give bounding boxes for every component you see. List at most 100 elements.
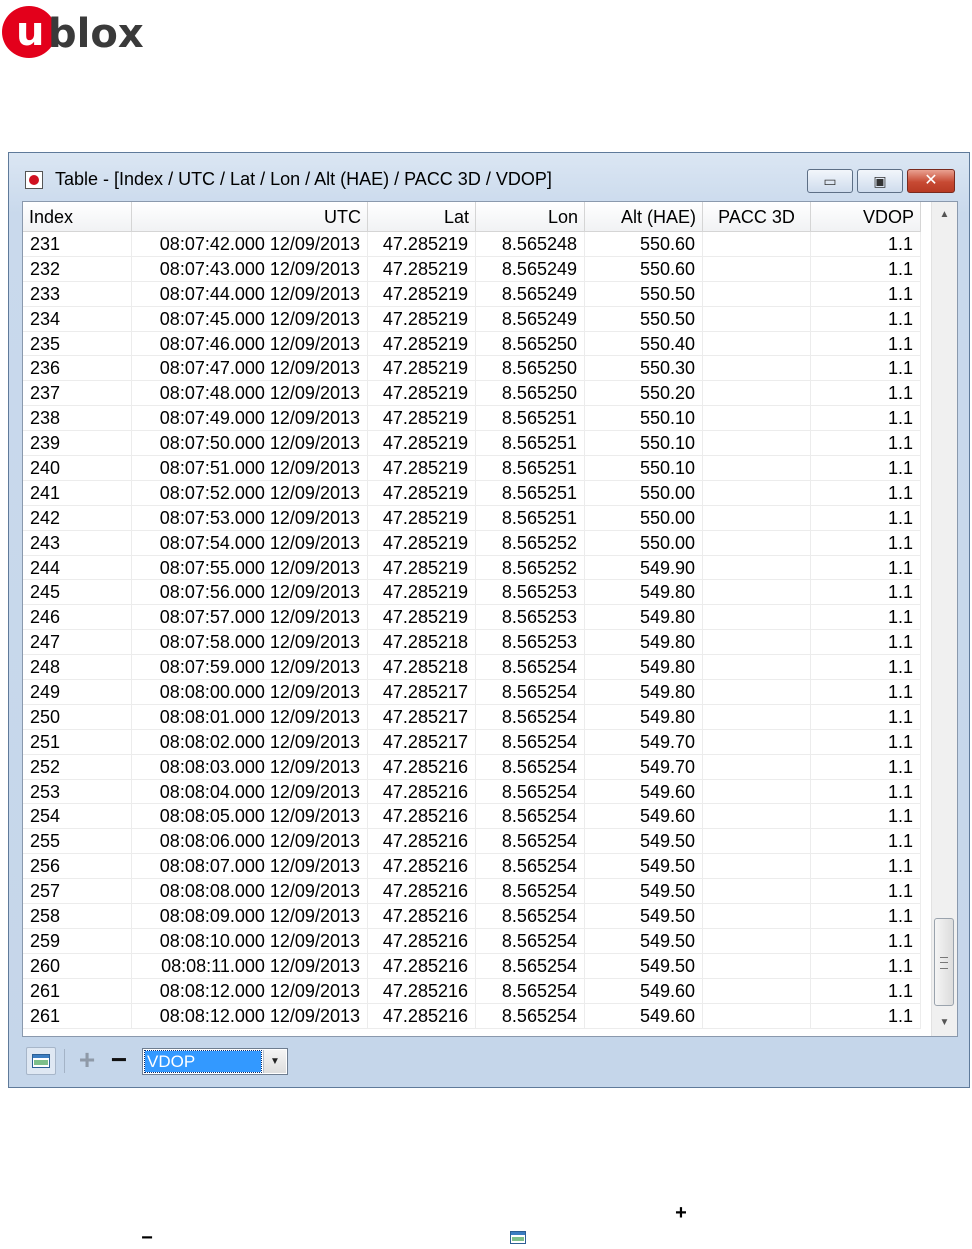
table-row[interactable]: 256 08:08:07.000 12/09/2013 47.285216 8.565… (23, 854, 931, 880)
table-cell: 550.50 (585, 306, 703, 332)
chevron-down-icon[interactable]: ▼ (263, 1050, 286, 1073)
table-cell: 1.1 (811, 829, 921, 855)
minimize-button[interactable]: ▭ (807, 169, 853, 193)
table-cell: 549.50 (585, 854, 703, 880)
table-cell: 1.1 (811, 281, 921, 307)
table-cell: 248 (23, 655, 132, 681)
table-cell (703, 829, 811, 855)
table-row[interactable]: 234 08:07:45.000 12/09/2013 47.285219 8.565… (23, 306, 931, 332)
remove-column-button[interactable]: − (106, 1045, 132, 1075)
table-cell: 08:08:07.000 12/09/2013 (132, 854, 368, 880)
table-cell: 08:07:44.000 12/09/2013 (132, 281, 368, 307)
table-row[interactable]: 253 08:08:04.000 12/09/2013 47.285216 8.565… (23, 779, 931, 805)
table-cell: 08:07:45.000 12/09/2013 (132, 306, 368, 332)
table-cell: 08:07:55.000 12/09/2013 (132, 555, 368, 581)
table-row[interactable]: 247 08:07:58.000 12/09/2013 47.285218 8.565… (23, 630, 931, 656)
table-cell: 241 (23, 480, 132, 506)
table-cell: 8.565251 (476, 505, 585, 531)
table-row[interactable]: 245 08:07:56.000 12/09/2013 47.285219 8.565… (23, 580, 931, 606)
close-button[interactable]: ✕ (907, 169, 955, 193)
table-row[interactable]: 239 08:07:50.000 12/09/2013 47.285219 8.565… (23, 431, 931, 457)
table-row[interactable]: 261 08:08:12.000 12/09/2013 47.285216 8.565… (23, 1003, 931, 1029)
table-row[interactable]: 260 08:08:11.000 12/09/2013 47.285216 8.565… (23, 953, 931, 979)
table-cell (703, 381, 811, 407)
table-cell: 47.285216 (368, 804, 476, 830)
table-row[interactable]: 240 08:07:51.000 12/09/2013 47.285219 8.565… (23, 456, 931, 481)
table-row[interactable]: 238 08:07:49.000 12/09/2013 47.285219 8.565… (23, 406, 931, 432)
table-row[interactable]: 235 08:07:46.000 12/09/2013 47.285219 8.565… (23, 331, 931, 357)
table-row[interactable]: 255 08:08:06.000 12/09/2013 47.285216 8.565… (23, 829, 931, 855)
table-cell: 239 (23, 431, 132, 457)
table-row[interactable]: 248 08:07:59.000 12/09/2013 47.285218 8.565… (23, 655, 931, 681)
table-cell: 1.1 (811, 804, 921, 830)
scroll-down-icon[interactable]: ▼ (932, 1010, 957, 1036)
table-cell: 550.60 (585, 256, 703, 282)
table-cell: 249 (23, 680, 132, 705)
table-cell (703, 655, 811, 681)
table-cell: 47.285216 (368, 904, 476, 929)
table-cell (703, 779, 811, 805)
scroll-thumb[interactable] (934, 918, 954, 1006)
scroll-up-icon[interactable]: ▲ (932, 202, 957, 228)
table-cell: 549.50 (585, 904, 703, 929)
table-window: Table - [Index / UTC / Lat / Lon / Alt (… (8, 152, 970, 1088)
table-cell: 08:08:02.000 12/09/2013 (132, 729, 368, 755)
table-cell: 1.1 (811, 555, 921, 581)
table-cell: 236 (23, 356, 132, 382)
column-header[interactable]: Lat (368, 202, 476, 232)
table-cell: 549.90 (585, 555, 703, 581)
table-cell: 1.1 (811, 605, 921, 631)
table-row[interactable]: 254 08:08:05.000 12/09/2013 47.285216 8.565… (23, 804, 931, 830)
table-row[interactable]: 258 08:08:09.000 12/09/2013 47.285216 8.565… (23, 904, 931, 929)
app-icon[interactable] (25, 171, 43, 189)
table-cell: 08:08:09.000 12/09/2013 (132, 904, 368, 929)
table-cell: 247 (23, 630, 132, 656)
column-header[interactable]: VDOP (811, 202, 921, 232)
table-row[interactable]: 233 08:07:44.000 12/09/2013 47.285219 8.565… (23, 281, 931, 307)
column-header[interactable]: Alt (HAE) (585, 202, 703, 232)
title-bar[interactable]: Table - [Index / UTC / Lat / Lon / Alt (… (9, 153, 969, 203)
add-column-button[interactable]: + (74, 1045, 100, 1075)
data-table: Index UTC Lat Lon Alt (HAE) PACC 3D VDOP 231 08… (22, 201, 958, 1037)
table-cell: 550.00 (585, 505, 703, 531)
table-row[interactable]: 251 08:08:02.000 12/09/2013 47.285217 8.565… (23, 729, 931, 755)
column-header[interactable]: UTC (132, 202, 368, 232)
table-row[interactable]: 241 08:07:52.000 12/09/2013 47.285219 8.565… (23, 480, 931, 506)
maximize-button[interactable]: ▣ (857, 169, 903, 193)
table-cell (703, 530, 811, 556)
table-cell: 234 (23, 306, 132, 332)
table-cell (703, 605, 811, 631)
vertical-scrollbar[interactable]: ▲ ▼ (931, 202, 957, 1036)
table-cell: 549.80 (585, 680, 703, 705)
table-row[interactable]: 236 08:07:47.000 12/09/2013 47.285219 8.565… (23, 356, 931, 382)
table-row[interactable]: 250 08:08:01.000 12/09/2013 47.285217 8.565… (23, 704, 931, 730)
column-select[interactable]: VDOP ▼ (142, 1048, 288, 1075)
column-header[interactable]: Lon (476, 202, 585, 232)
table-cell (703, 1003, 811, 1029)
table-cell: 08:07:50.000 12/09/2013 (132, 431, 368, 457)
table-row[interactable]: 237 08:07:48.000 12/09/2013 47.285219 8.565… (23, 381, 931, 407)
table-view-button[interactable] (26, 1047, 56, 1075)
table-row[interactable]: 246 08:07:57.000 12/09/2013 47.285219 8.565… (23, 605, 931, 631)
table-row[interactable]: 231 08:07:42.000 12/09/2013 47.285219 8.565… (23, 232, 931, 257)
table-row[interactable]: 259 08:08:10.000 12/09/2013 47.285216 8.565… (23, 928, 931, 954)
column-header[interactable]: Index (23, 202, 132, 232)
table-row[interactable]: 249 08:08:00.000 12/09/2013 47.285217 8.565… (23, 680, 931, 705)
table-cell: 47.285217 (368, 729, 476, 755)
table-row[interactable]: 257 08:08:08.000 12/09/2013 47.285216 8.565… (23, 879, 931, 905)
column-header[interactable]: PACC 3D (703, 202, 811, 232)
table-row[interactable]: 252 08:08:03.000 12/09/2013 47.285216 8.565… (23, 754, 931, 780)
table-row[interactable]: 243 08:07:54.000 12/09/2013 47.285219 8.565… (23, 530, 931, 556)
table-row[interactable]: 244 08:07:55.000 12/09/2013 47.285219 8.565… (23, 555, 931, 581)
table-row[interactable]: 242 08:07:53.000 12/09/2013 47.285219 8.565… (23, 505, 931, 531)
table-row[interactable]: 261 08:08:12.000 12/09/2013 47.285216 8.565… (23, 978, 931, 1004)
table-cell: 549.50 (585, 829, 703, 855)
table-cell: 1.1 (811, 580, 921, 606)
table-cell: 1.1 (811, 928, 921, 954)
table-cell: 1.1 (811, 978, 921, 1004)
table-cell: 238 (23, 406, 132, 432)
table-row[interactable]: 232 08:07:43.000 12/09/2013 47.285219 8.565… (23, 256, 931, 282)
table-cell: 550.60 (585, 232, 703, 257)
logo-u-letter: u (16, 9, 45, 55)
table-cell: 8.565251 (476, 431, 585, 457)
